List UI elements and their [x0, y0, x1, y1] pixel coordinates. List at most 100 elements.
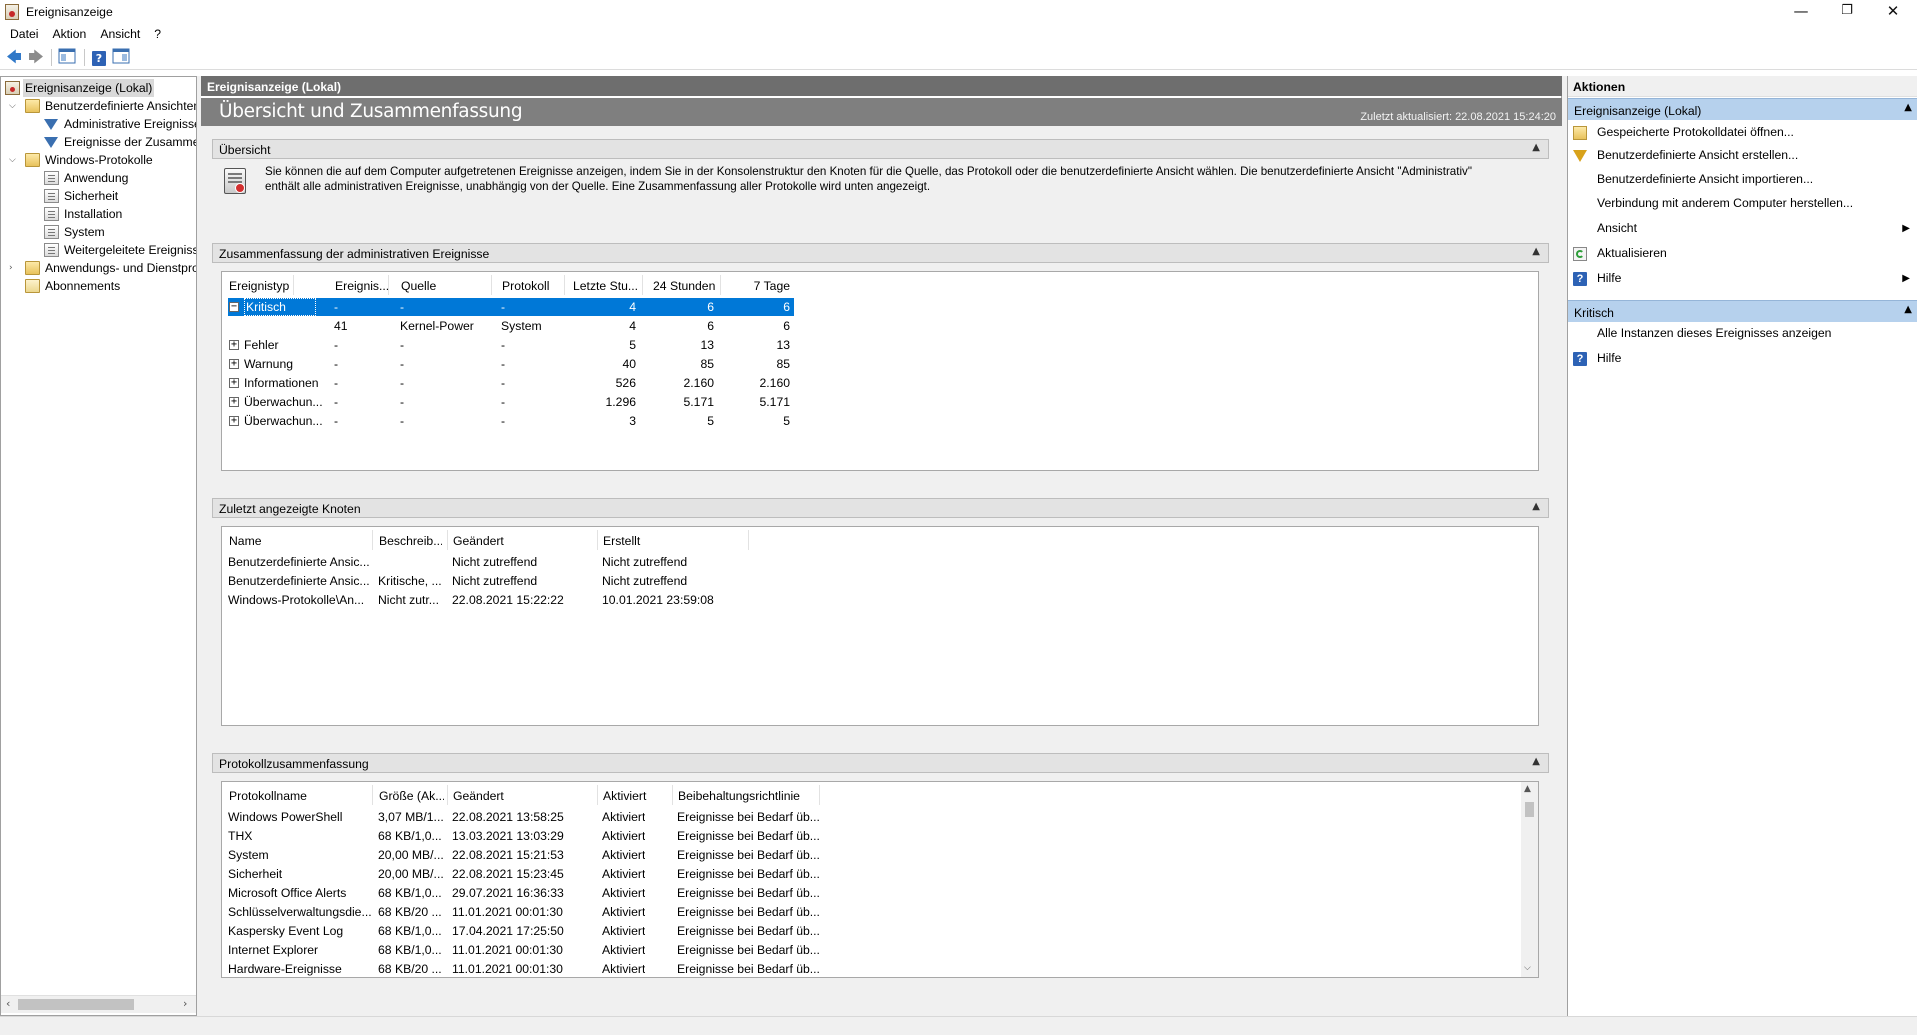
column-divider[interactable] — [819, 785, 820, 805]
action-view[interactable]: Ansicht ▶ — [1568, 218, 1917, 239]
collapse-section-icon[interactable]: ▲ — [1532, 142, 1540, 153]
collapse-chevron-icon[interactable]: ⌵ — [9, 97, 19, 115]
tree-item-setup[interactable]: Installation — [1, 205, 196, 223]
table-row-log-name[interactable]: Sicherheit — [228, 865, 372, 884]
action-open-saved-log[interactable]: Gespeicherte Protokolldatei öffnen... — [1568, 122, 1917, 143]
column-header-enabled[interactable]: Aktiviert — [602, 787, 662, 805]
table-row-log-name[interactable]: Windows PowerShell — [228, 808, 372, 827]
column-divider[interactable] — [720, 275, 721, 295]
scroll-right-icon[interactable]: › — [183, 997, 187, 1010]
column-header-retention[interactable]: Beibehaltungsrichtlinie — [677, 787, 812, 805]
show-hide-console-tree-icon[interactable] — [56, 48, 78, 68]
collapse-row-icon[interactable]: − — [229, 302, 239, 312]
collapse-group-icon[interactable]: ▲ — [1904, 102, 1912, 113]
scroll-left-icon[interactable]: ‹ — [6, 997, 10, 1010]
action-refresh[interactable]: Aktualisieren — [1568, 243, 1917, 264]
column-divider[interactable] — [447, 785, 448, 805]
column-header-ereignis-id[interactable]: Ereignis... — [334, 277, 394, 295]
table-row-log-name[interactable]: Kaspersky Event Log — [228, 922, 372, 941]
tree-item-windows-logs[interactable]: ⌵ Windows-Protokolle — [1, 151, 196, 169]
column-divider[interactable] — [388, 275, 389, 295]
column-header-24-stunden[interactable]: 24 Stunden — [652, 277, 720, 295]
table-row-log-name[interactable]: System — [228, 846, 372, 865]
expand-row-icon[interactable]: + — [229, 359, 239, 369]
tree-item-app-services-logs[interactable]: › Anwendungs- und Dienstprotokolle — [1, 259, 196, 277]
collapse-section-icon[interactable]: ▲ — [1532, 756, 1540, 767]
tree-item-security[interactable]: Sicherheit — [1, 187, 196, 205]
column-divider[interactable] — [597, 785, 598, 805]
tree-horizontal-scrollbar[interactable]: ‹ › — [1, 995, 196, 1013]
scroll-down-icon[interactable]: ⌵ — [1524, 963, 1531, 973]
column-divider[interactable] — [564, 275, 565, 295]
column-header-modified[interactable]: Geändert — [452, 787, 552, 805]
tree-item-system[interactable]: System — [1, 223, 196, 241]
close-button[interactable]: ✕ — [1870, 0, 1916, 24]
section-recent-nodes-header[interactable]: Zuletzt angezeigte Knoten ▲ — [212, 498, 1549, 518]
expand-row-icon[interactable]: + — [229, 378, 239, 388]
expand-row-icon[interactable]: + — [229, 340, 239, 350]
table-row-name[interactable]: Benutzerdefinierte Ansic... — [228, 572, 372, 591]
menu-help[interactable]: ? — [147, 24, 168, 45]
column-header-7-tage[interactable]: 7 Tage — [722, 277, 790, 295]
menu-ansicht[interactable]: Ansicht — [93, 24, 147, 45]
column-header-log-name[interactable]: Protokollname — [228, 787, 368, 805]
column-divider[interactable] — [672, 785, 673, 805]
forward-arrow-icon[interactable]: 🡆 — [25, 48, 47, 68]
tree-item-admin-events[interactable]: Administrative Ereignisse — [1, 115, 196, 133]
column-header-created[interactable]: Erstellt — [602, 532, 702, 550]
collapse-chevron-icon[interactable]: ⌵ — [9, 151, 19, 169]
menu-datei[interactable]: Datei — [3, 24, 45, 45]
tree-item-custom-views[interactable]: ⌵ Benutzerdefinierte Ansichten — [1, 97, 196, 115]
scrollbar-thumb[interactable] — [1525, 802, 1534, 817]
column-header-name[interactable]: Name — [228, 532, 368, 550]
table-row-log-name[interactable]: Hardware-Ereignisse — [228, 960, 372, 979]
table-row-name[interactable]: Windows-Protokolle\An... — [228, 591, 372, 610]
show-hide-action-pane-icon[interactable] — [110, 48, 132, 68]
collapse-section-icon[interactable]: ▲ — [1532, 501, 1540, 512]
action-help-critical[interactable]: ? Hilfe — [1568, 348, 1917, 369]
scrollbar-thumb[interactable] — [18, 999, 134, 1010]
action-show-all-instances[interactable]: Alle Instanzen dieses Ereignisses anzeig… — [1568, 323, 1917, 344]
scroll-up-icon[interactable]: ▲ — [1524, 784, 1531, 794]
column-header-protokoll[interactable]: Protokoll — [501, 277, 553, 295]
log-summary-vertical-scrollbar[interactable]: ▲ ⌵ — [1521, 782, 1538, 977]
action-group-critical[interactable]: Kritisch ▲ — [1568, 300, 1917, 322]
table-row-log-name[interactable]: Schlüsselverwaltungsdie... — [228, 903, 372, 922]
back-arrow-icon[interactable]: 🡄 — [3, 48, 25, 68]
table-row-log-name[interactable]: Microsoft Office Alerts — [228, 884, 372, 903]
tree-item-application[interactable]: Anwendung — [1, 169, 196, 187]
column-divider[interactable] — [447, 530, 448, 550]
action-import-custom-view[interactable]: Benutzerdefinierte Ansicht importieren..… — [1568, 169, 1917, 190]
table-row-log-name[interactable]: Internet Explorer — [228, 941, 372, 960]
section-log-summary-header[interactable]: Protokollzusammenfassung ▲ — [212, 753, 1549, 773]
section-admin-summary-header[interactable]: Zusammenfassung der administrativen Erei… — [212, 243, 1549, 263]
minimize-button[interactable]: — — [1778, 0, 1824, 24]
column-divider[interactable] — [372, 530, 373, 550]
collapse-section-icon[interactable]: ▲ — [1532, 246, 1540, 257]
column-header-letzte-stunde[interactable]: Letzte Stu... — [572, 277, 642, 295]
column-divider[interactable] — [748, 530, 749, 550]
expand-row-icon[interactable]: + — [229, 416, 239, 426]
collapse-group-icon[interactable]: ▲ — [1904, 304, 1912, 315]
column-header-quelle[interactable]: Quelle — [400, 277, 452, 295]
column-header-ereignistyp[interactable]: Ereignistyp — [228, 277, 292, 295]
section-overview-header[interactable]: Übersicht ▲ — [212, 139, 1549, 159]
menu-aktion[interactable]: Aktion — [45, 24, 93, 45]
column-header-size[interactable]: Größe (Ak... — [378, 787, 444, 805]
action-connect-other-computer[interactable]: Verbindung mit anderem Computer herstell… — [1568, 193, 1917, 214]
restore-button[interactable]: ❐ — [1824, 0, 1870, 24]
action-group-event-viewer[interactable]: Ereignisanzeige (Lokal) ▲ — [1568, 98, 1917, 120]
tree-item-forwarded-events[interactable]: Weitergeleitete Ereignisse — [1, 241, 196, 259]
tree-item-summary-events[interactable]: Ereignisse der Zusammenfassung — [1, 133, 196, 151]
column-header-description[interactable]: Beschreib... — [378, 532, 442, 550]
column-divider[interactable] — [372, 785, 373, 805]
column-header-modified[interactable]: Geändert — [452, 532, 552, 550]
expand-chevron-icon[interactable]: › — [9, 259, 19, 277]
help-icon[interactable]: ? — [88, 48, 110, 68]
expand-row-icon[interactable]: + — [229, 397, 239, 407]
column-divider[interactable] — [642, 275, 643, 295]
tree-item-root[interactable]: Ereignisanzeige (Lokal) — [1, 79, 196, 97]
table-row-log-name[interactable]: THX — [228, 827, 372, 846]
column-divider[interactable] — [491, 275, 492, 295]
tree-item-subscriptions[interactable]: Abonnements — [1, 277, 196, 295]
